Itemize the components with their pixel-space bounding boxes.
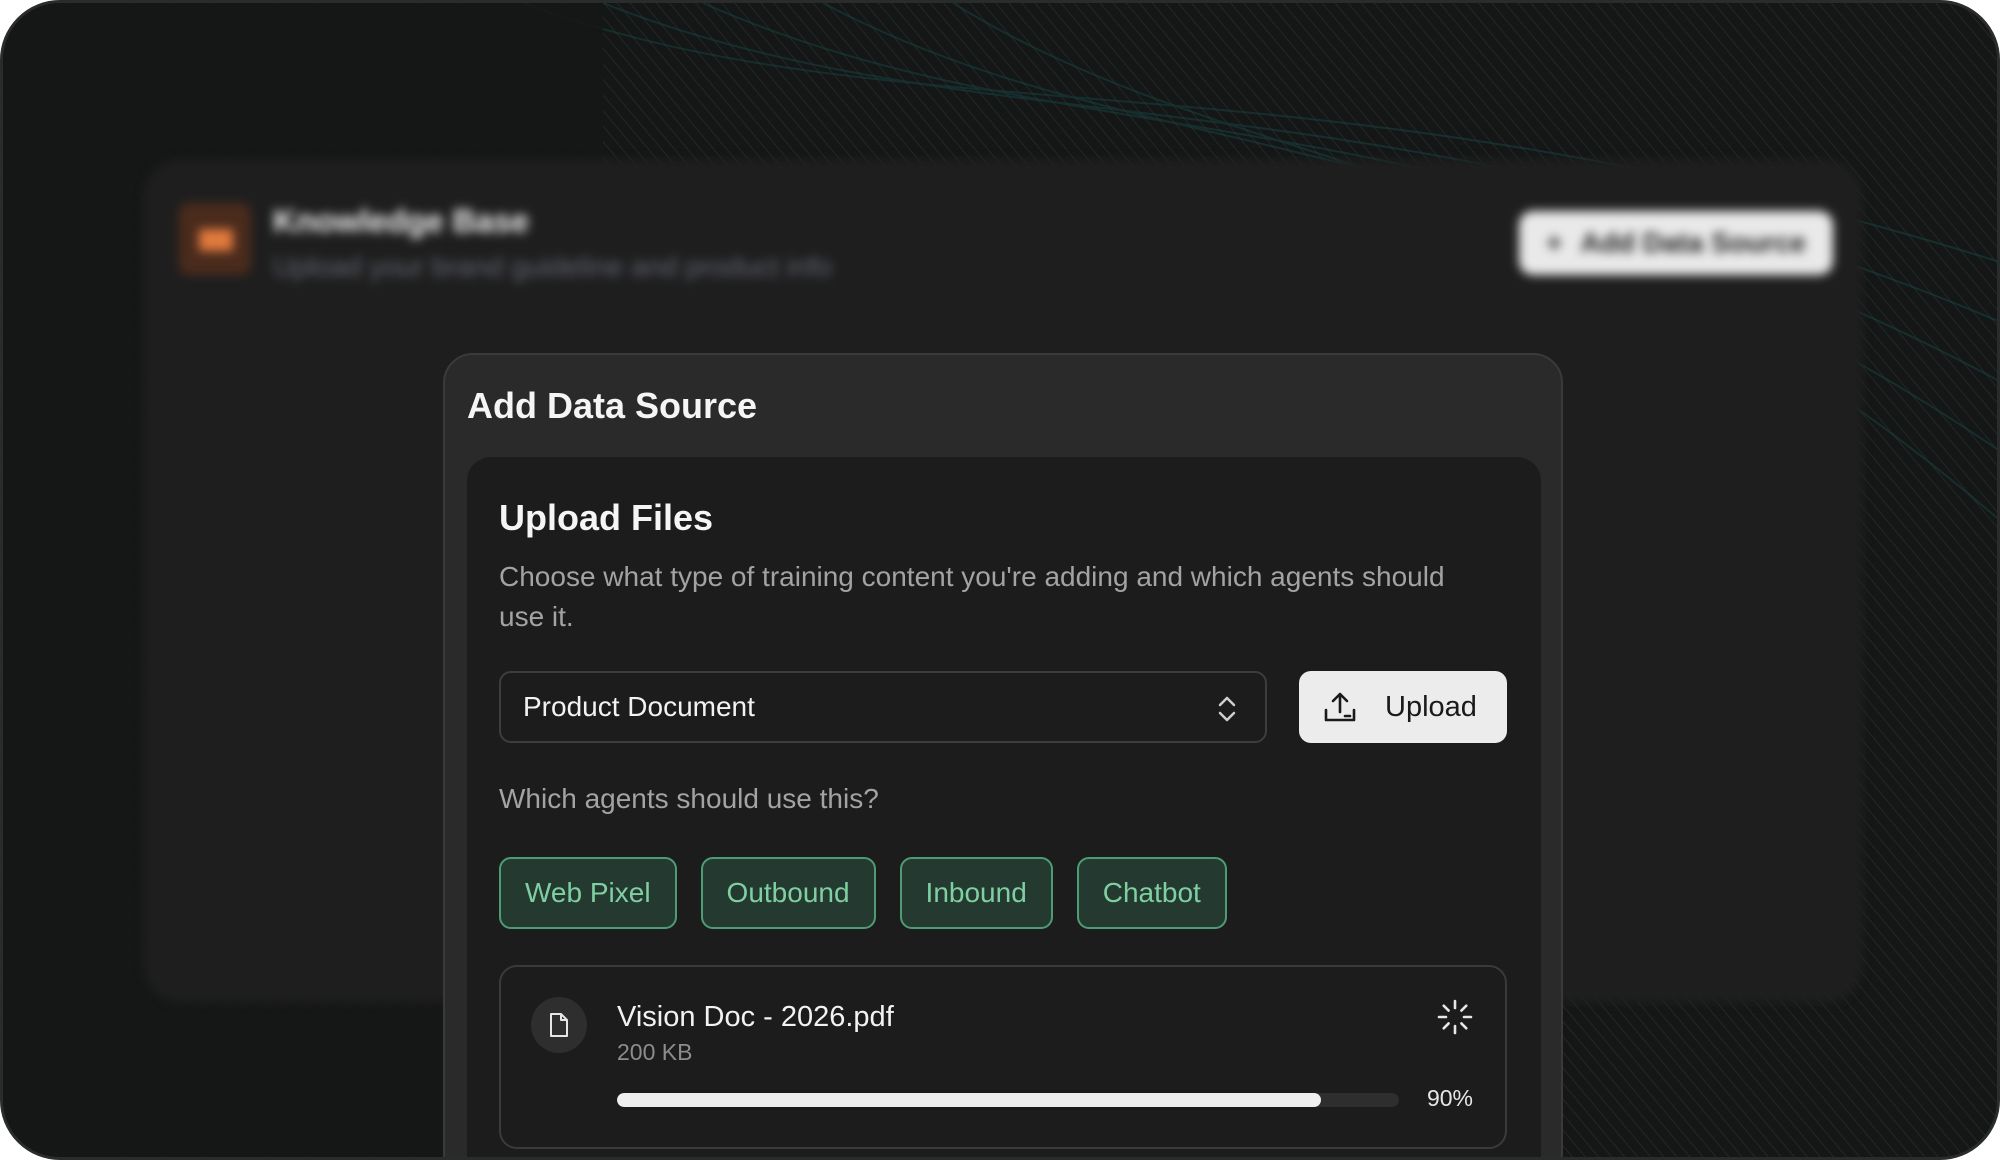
knowledge-base-subtitle: Upload your brand guideline and product … — [273, 251, 832, 282]
upload-progress-bar — [617, 1093, 1399, 1107]
upload-label: Upload — [1385, 690, 1477, 723]
agents-label: Which agents should use this? — [499, 783, 879, 814]
loading-spinner-icon — [1437, 999, 1473, 1035]
upload-icon — [1324, 692, 1356, 722]
upload-progress-percent: 90% — [1426, 1085, 1473, 1111]
file-name: Vision Doc - 2026.pdf — [617, 1001, 894, 1033]
agent-chip-web-pixel[interactable]: Web Pixel — [499, 857, 677, 929]
upload-progress-fill — [617, 1093, 1321, 1107]
agent-chip-outbound[interactable]: Outbound — [700, 857, 876, 929]
add-data-source-dialog: Add Data Source Upload Files Choose what… — [443, 353, 1563, 1157]
knowledge-base-title: Knowledge Base — [273, 203, 530, 239]
document-icon — [531, 997, 587, 1053]
agent-chips: Web Pixel Outbound Inbound Chatbot — [499, 857, 1227, 929]
add-data-source-button[interactable]: + Add Data Source — [1519, 211, 1833, 275]
panel-description: Choose what type of training content you… — [499, 561, 1445, 632]
plus-icon: + — [1546, 227, 1563, 258]
agent-chip-chatbot[interactable]: Chatbot — [1076, 857, 1227, 929]
upload-files-panel: Upload Files Choose what type of trainin… — [467, 457, 1541, 1157]
upload-button[interactable]: Upload — [1299, 671, 1507, 743]
app-frame: Knowledge Base Upload your brand guideli… — [0, 0, 2000, 1160]
agent-chip-inbound[interactable]: Inbound — [899, 857, 1053, 929]
book-icon — [179, 203, 251, 275]
chevron-updown-icon — [1218, 696, 1236, 722]
content-type-value: Product Document — [523, 691, 755, 722]
content-type-select[interactable]: Product Document — [499, 671, 1267, 743]
add-data-source-label: Add Data Source — [1580, 227, 1806, 258]
panel-title: Upload Files — [499, 497, 714, 538]
uploading-file-card: Vision Doc - 2026.pdf 200 KB 90% — [499, 965, 1507, 1149]
file-size: 200 KB — [617, 1039, 693, 1065]
dialog-title: Add Data Source — [467, 385, 758, 426]
